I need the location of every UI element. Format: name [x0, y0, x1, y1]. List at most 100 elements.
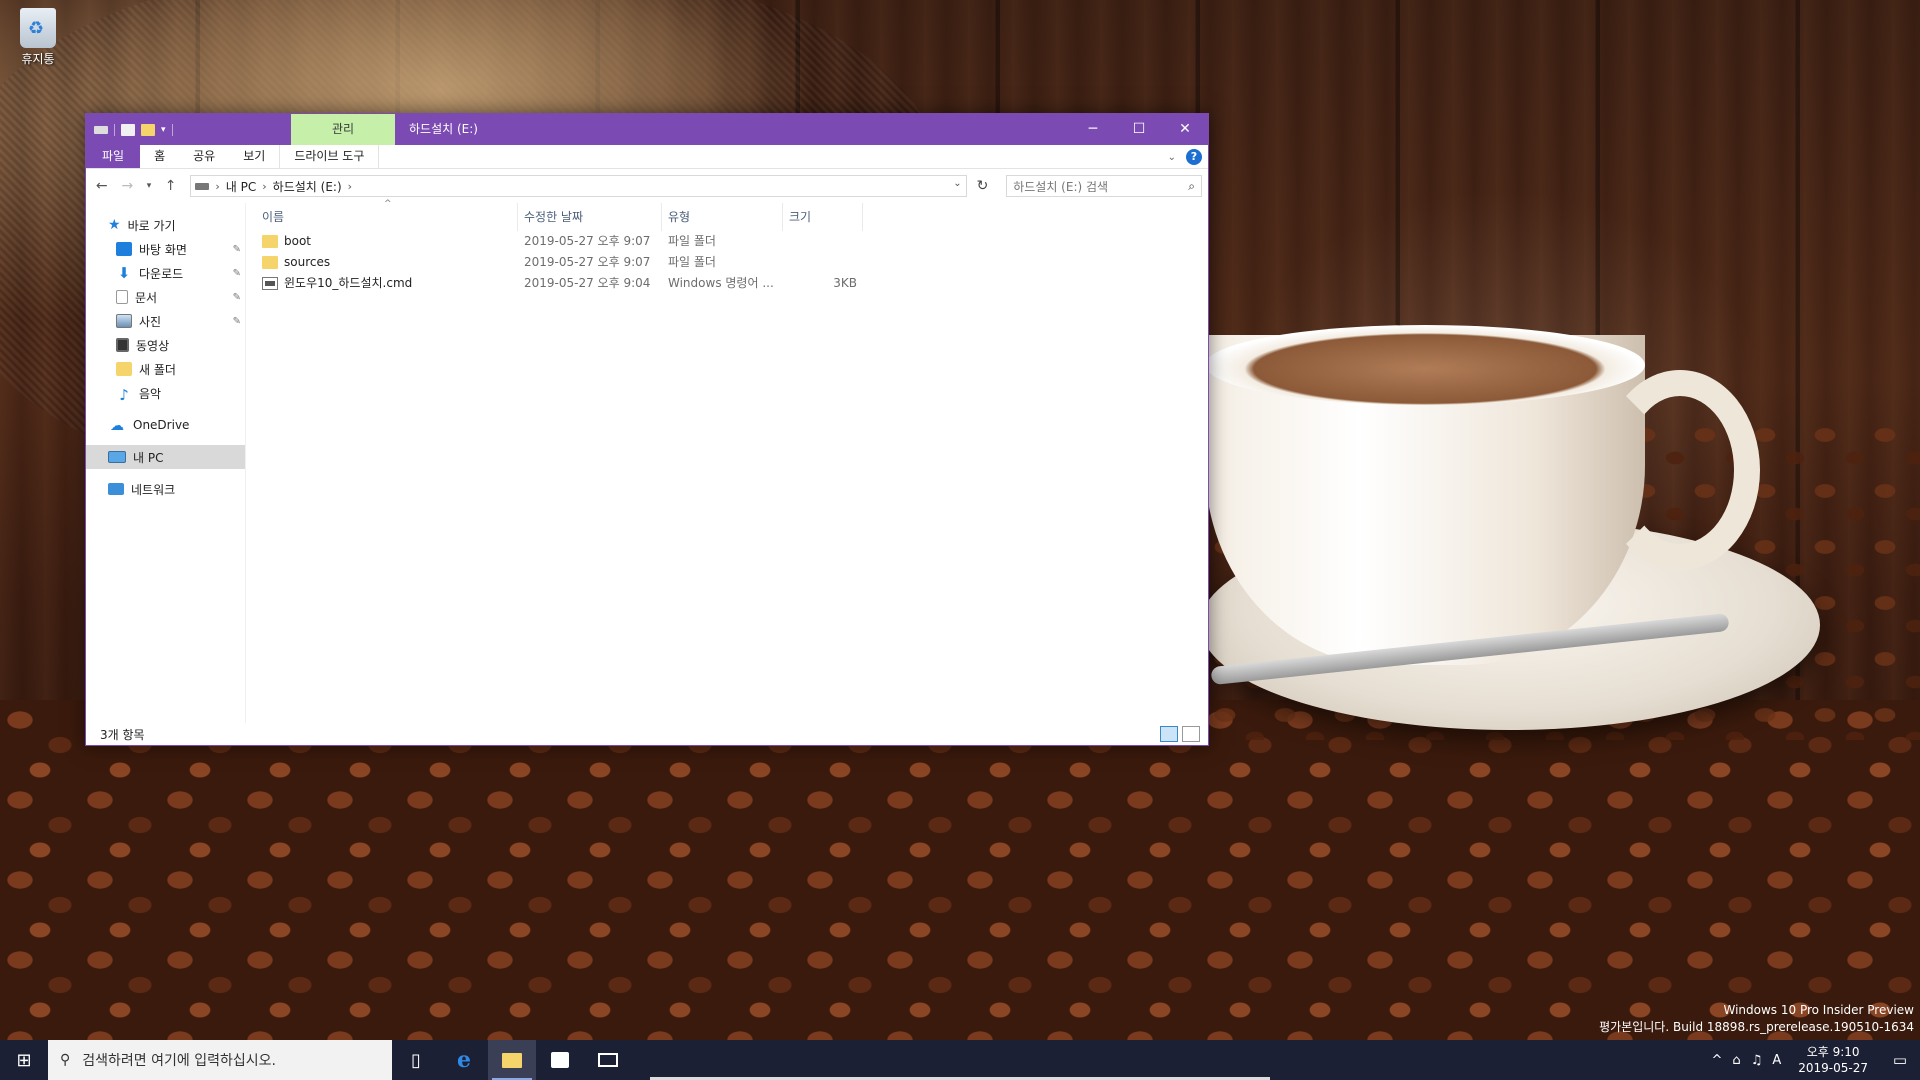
item-count: 3개 항목 [100, 727, 145, 742]
file-explorer-window: ▾ 관리 하드설치 (E:) ─ ☐ ✕ 파일 홈 공유 보기 드라이브 도구 … [85, 113, 1209, 746]
ribbon-tabs: 파일 홈 공유 보기 드라이브 도구 ⌄ ? [86, 145, 1208, 169]
taskbar-search-input[interactable]: 검색하려면 여기에 입력하십시오. [82, 1050, 276, 1070]
nav-onedrive[interactable]: ☁ OneDrive [86, 413, 245, 437]
video-icon [116, 338, 129, 352]
search-box[interactable]: 하드설치 (E:) 검색 ⌕ [1006, 175, 1202, 197]
search-input[interactable]: 하드설치 (E:) 검색 [1013, 178, 1108, 195]
nav-label: OneDrive [133, 418, 190, 432]
close-button[interactable]: ✕ [1162, 114, 1208, 145]
quick-access-toolbar: ▾ [86, 114, 173, 145]
file-name: boot [284, 234, 312, 248]
nav-label: 음악 [139, 386, 162, 401]
watermark-line2: 평가본입니다. Build 18898.rs_prerelease.190510… [1599, 1020, 1914, 1034]
drive-icon [195, 182, 210, 190]
cmd-file-icon [262, 277, 278, 290]
up-button[interactable]: ↑ [161, 178, 181, 194]
file-row[interactable]: sources 2019-05-27 오후 9:07 파일 폴더 [246, 252, 1208, 273]
column-header-date[interactable]: 수정한 날짜 [518, 203, 662, 231]
nav-pictures[interactable]: 사진 ✎ [86, 309, 245, 333]
address-history-dropdown-icon[interactable]: ⌄ [953, 178, 961, 189]
folder-icon [502, 1052, 522, 1068]
nav-videos[interactable]: 동영상 [86, 333, 245, 357]
large-icons-view-button[interactable] [1182, 726, 1200, 742]
recent-locations-chevron-icon[interactable]: ▾ [143, 181, 155, 191]
search-icon: ⚲ [60, 1052, 71, 1068]
taskbar-clock[interactable]: 오후 9:10 2019-05-27 [1786, 1044, 1880, 1076]
column-headers: ^ 이름 수정한 날짜 유형 크기 [246, 199, 1208, 231]
nav-label: 다운로드 [139, 266, 184, 281]
edge-taskbar-button[interactable]: e [440, 1040, 488, 1080]
sort-ascending-icon: ^ [384, 199, 392, 209]
network-tray-icon[interactable]: ⌂ [1727, 1053, 1745, 1068]
nav-desktop[interactable]: 바탕 화면 ✎ [86, 237, 245, 261]
ime-indicator[interactable]: A [1767, 1053, 1786, 1068]
tab-manage[interactable]: 관리 [291, 114, 395, 145]
tab-home[interactable]: 홈 [140, 145, 179, 168]
back-button[interactable]: ← [92, 178, 112, 194]
column-header-name[interactable]: 이름 [246, 203, 518, 231]
column-header-type[interactable]: 유형 [662, 203, 783, 231]
file-row[interactable]: boot 2019-05-27 오후 9:07 파일 폴더 [246, 231, 1208, 252]
file-explorer-taskbar-button[interactable] [488, 1040, 536, 1080]
star-icon: ★ [108, 217, 121, 233]
window-controls: ─ ☐ ✕ [1070, 114, 1208, 145]
new-folder-icon[interactable] [141, 123, 155, 136]
store-taskbar-button[interactable] [536, 1040, 584, 1080]
breadcrumb-this-pc[interactable]: 내 PC [226, 178, 256, 195]
title-bar[interactable]: ▾ 관리 하드설치 (E:) ─ ☐ ✕ [86, 114, 1208, 145]
tab-share[interactable]: 공유 [179, 145, 229, 168]
maximize-button[interactable]: ☐ [1116, 114, 1162, 145]
show-hidden-icons-chevron-icon[interactable]: ^ [1707, 1053, 1728, 1068]
tab-file[interactable]: 파일 [86, 145, 141, 168]
recycle-bin-label: 휴지통 [21, 52, 55, 66]
file-date: 2019-05-27 오후 9:07 [524, 234, 651, 248]
breadcrumb-separator-icon[interactable]: › [348, 180, 352, 193]
nav-quick-access[interactable]: ★ 바로 가기 [86, 213, 245, 237]
mail-taskbar-button[interactable] [584, 1040, 632, 1080]
content-area: ★ 바로 가기 바탕 화면 ✎ ⬇ 다운로드 ✎ 문서 ✎ 사진 ✎ 동영상 새… [86, 199, 1208, 723]
file-list: ^ 이름 수정한 날짜 유형 크기 boot 2019-05-27 오후 9:0… [246, 199, 1208, 723]
nav-documents[interactable]: 문서 ✎ [86, 285, 245, 309]
expand-ribbon-chevron-icon[interactable]: ⌄ [1168, 152, 1176, 163]
file-date: 2019-05-27 오후 9:07 [524, 255, 651, 269]
minimize-button[interactable]: ─ [1070, 114, 1116, 145]
breadcrumb-separator-icon[interactable]: › [262, 180, 266, 193]
address-bar[interactable]: › 내 PC › 하드설치 (E:) › ⌄ [190, 175, 967, 197]
mail-icon [598, 1053, 618, 1067]
breadcrumb-separator-icon[interactable]: › [215, 180, 219, 193]
nav-label: 새 폴더 [139, 362, 176, 377]
task-view-button[interactable]: ▯ [392, 1040, 440, 1080]
view-toggle [1160, 726, 1200, 742]
store-icon [551, 1052, 569, 1068]
forward-button[interactable]: → [118, 178, 138, 194]
tab-view[interactable]: 보기 [229, 145, 279, 168]
help-icon[interactable]: ? [1186, 149, 1202, 165]
nav-music[interactable]: ♪ 음악 [86, 381, 245, 405]
navigation-bar: ← → ▾ ↑ › 내 PC › 하드설치 (E:) › ⌄ ↻ 하드설치 (E… [86, 169, 1208, 203]
pin-icon: ✎ [232, 267, 241, 279]
nav-new-folder[interactable]: 새 폴더 [86, 357, 245, 381]
nav-network[interactable]: 네트워크 [86, 477, 245, 501]
folder-icon [262, 256, 278, 269]
taskbar-search[interactable]: ⚲ 검색하려면 여기에 입력하십시오. [48, 1040, 392, 1080]
tab-drive-tools[interactable]: 드라이브 도구 [279, 145, 380, 168]
folder-icon [262, 235, 278, 248]
recycle-bin-desktop-icon[interactable]: 휴지통 [10, 8, 66, 67]
details-view-button[interactable] [1160, 726, 1178, 742]
nav-downloads[interactable]: ⬇ 다운로드 ✎ [86, 261, 245, 285]
file-row[interactable]: 윈도우10_하드설치.cmd 2019-05-27 오후 9:04 Window… [246, 273, 1208, 294]
nav-this-pc[interactable]: 내 PC [86, 445, 245, 469]
customize-qat-chevron-icon[interactable]: ▾ [161, 125, 166, 135]
start-button[interactable]: ⊞ [0, 1040, 48, 1080]
volume-icon[interactable]: ♫ [1746, 1053, 1768, 1068]
wallpaper-cup-handle [1600, 370, 1760, 570]
music-icon: ♪ [119, 386, 129, 404]
action-center-icon[interactable]: ▭ [1880, 1051, 1920, 1069]
document-icon [116, 290, 128, 304]
breadcrumb-drive[interactable]: 하드설치 (E:) [273, 178, 342, 195]
nav-label: 동영상 [136, 338, 170, 353]
properties-icon[interactable] [121, 123, 135, 136]
column-header-size[interactable]: 크기 [783, 203, 863, 231]
refresh-button[interactable]: ↻ [973, 178, 993, 194]
nav-label: 바로 가기 [127, 218, 176, 233]
